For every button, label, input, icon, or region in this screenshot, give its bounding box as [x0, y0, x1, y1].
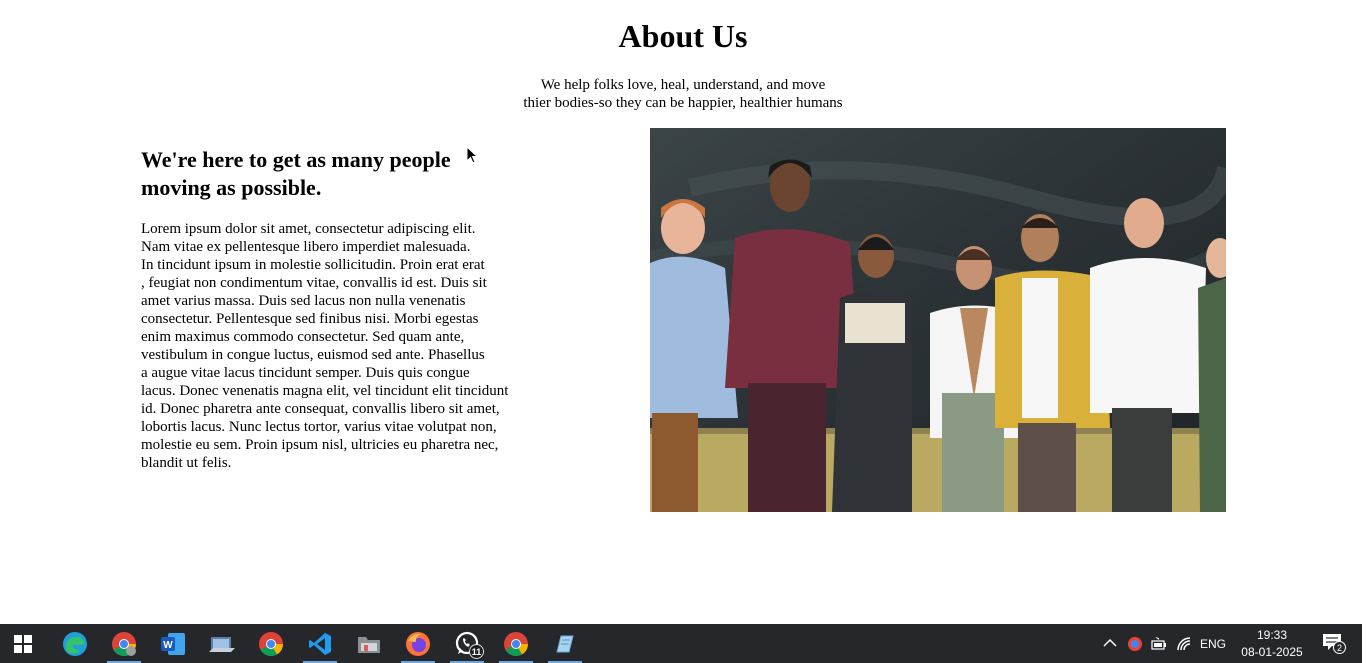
show-hidden-icons-chevron-icon[interactable]	[1103, 638, 1117, 648]
language-indicator[interactable]: ENG	[1200, 637, 1226, 651]
chrome-icon	[259, 631, 283, 656]
page-subtitle: We help folks love, heal, understand, an…	[0, 76, 1366, 112]
body-line: id. Donec pharetra ante consequat, conva…	[141, 401, 500, 417]
clock-date[interactable]: 08-01-2025	[1236, 645, 1308, 659]
vscode-icon	[309, 632, 331, 655]
body-line: Nam vitae ex pellentesque libero imperdi…	[141, 239, 471, 255]
page-title: About Us	[618, 18, 748, 54]
body-line: enim maximus commodo consectetur. Sed qu…	[141, 329, 465, 345]
firefox-icon	[406, 631, 430, 656]
taskbar-firefox[interactable]	[395, 624, 441, 663]
whatsapp-unread-badge: 11	[469, 644, 484, 659]
start-button[interactable]	[0, 624, 46, 663]
svg-text:W: W	[163, 640, 173, 651]
chrome-alt-icon	[504, 631, 528, 656]
body-line: , feugiat non condimentum vitae, convall…	[141, 275, 487, 291]
file-explorer-icon	[209, 636, 235, 652]
taskbar-folder[interactable]	[346, 624, 392, 663]
windows-start-icon	[14, 634, 32, 653]
body-line: molestie eu sem. Proin ipsum nisl, ultri…	[141, 437, 499, 453]
heading-line: moving as possible.	[141, 174, 322, 200]
about-body-text: Lorem ipsum dolor sit amet, consectetur …	[141, 220, 531, 472]
edge-icon	[63, 631, 87, 656]
body-line: a augue vitae lacus tincidunt semper. Du…	[141, 365, 470, 381]
taskbar-whatsapp[interactable]: 11	[444, 624, 490, 663]
word-icon: W	[161, 632, 185, 655]
taskbar-file-explorer[interactable]	[199, 624, 245, 663]
chrome-profile-icon	[112, 631, 136, 656]
body-line: amet varius massa. Duis sed lacus non nu…	[141, 293, 466, 309]
notification-center-button[interactable]: 2	[1322, 633, 1346, 655]
tray-app-icon[interactable]	[1127, 636, 1143, 652]
about-heading: We're here to get as many people moving …	[141, 146, 521, 201]
notepad-icon	[556, 635, 574, 652]
team-photo-illustration	[650, 128, 1226, 512]
body-line: consectetur. Pellentesque sed finibus ni…	[141, 311, 479, 327]
taskbar: W 11 ENG 19:33 08-01-2025 2	[0, 624, 1366, 663]
body-line: In tincidunt ipsum in molestie sollicitu…	[141, 257, 485, 273]
folder-icon	[358, 636, 380, 653]
team-photo	[650, 128, 1226, 512]
taskbar-word[interactable]: W	[150, 624, 196, 663]
mouse-cursor-icon	[466, 146, 478, 164]
wifi-icon[interactable]	[1176, 636, 1192, 652]
taskbar-vscode[interactable]	[297, 624, 343, 663]
body-line: vestibulum in congue luctus, euismod sed…	[141, 347, 485, 363]
body-line: Lorem ipsum dolor sit amet, consectetur …	[141, 221, 476, 237]
clock-time[interactable]: 19:33	[1238, 628, 1306, 642]
taskbar-chrome[interactable]	[248, 624, 294, 663]
taskbar-chrome-profile[interactable]	[101, 624, 147, 663]
heading-line: We're here to get as many people	[141, 147, 451, 172]
subtitle-line: thier bodies-so they can be happier, hea…	[523, 95, 843, 111]
subtitle-line: We help folks love, heal, understand, an…	[540, 77, 826, 93]
body-line: blandit ut felis.	[141, 455, 232, 471]
taskbar-chrome-alt[interactable]	[493, 624, 539, 663]
body-line: lacus. Donec venenatis magna elit, vel t…	[141, 383, 509, 399]
taskbar-notepad[interactable]	[542, 624, 588, 663]
taskbar-edge[interactable]	[52, 624, 98, 663]
notification-count-badge: 2	[1333, 641, 1346, 654]
body-line: lobortis lacus. Nunc lectus tortor, vari…	[141, 419, 497, 435]
battery-icon[interactable]	[1151, 637, 1167, 651]
desktop-edge	[1362, 624, 1366, 663]
